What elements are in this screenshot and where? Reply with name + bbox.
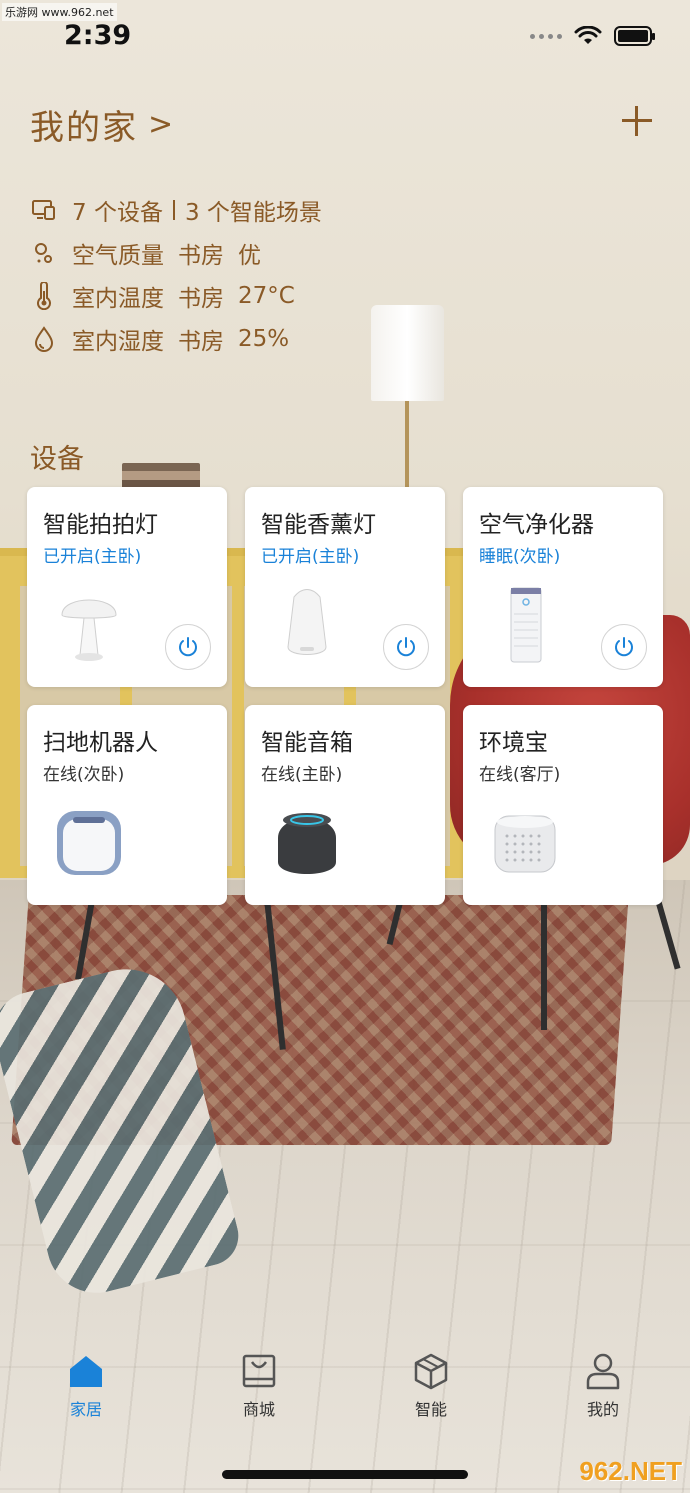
scene-count: 3 个智能场景 xyxy=(184,199,322,226)
air-quality-row: 空气质量 书房 优 xyxy=(30,231,322,274)
power-icon xyxy=(179,637,197,657)
smart-cube-icon xyxy=(381,1350,481,1392)
divider xyxy=(172,199,175,220)
environment-monitor-icon xyxy=(483,801,567,885)
status-bar: 乐游网 www.962.net 2:39 xyxy=(0,0,690,70)
air-quality-value: 优 xyxy=(238,242,261,269)
thermometer-icon xyxy=(30,281,58,310)
device-status: 睡眠(次卧) xyxy=(479,547,561,567)
device-card-air-purifier[interactable]: 空气净化器 睡眠(次卧) xyxy=(463,487,663,687)
device-status: 已开启(主卧) xyxy=(261,547,360,567)
devices-heading: 设备 xyxy=(30,444,84,475)
watermark-top: 乐游网 www.962.net xyxy=(2,3,117,21)
home-summary: 7 个设备 3 个智能场景 空气质量 书房 优 室内温度 书房 27°C 室内湿… xyxy=(30,188,322,360)
temperature-room: 书房 xyxy=(178,285,224,312)
humidity-row: 室内湿度 书房 25% xyxy=(30,317,322,360)
device-card-robot-vacuum[interactable]: 扫地机器人 在线(次卧) xyxy=(27,705,227,905)
air-quality-label: 空气质量 xyxy=(72,242,164,269)
home-selector[interactable]: 我的家 > xyxy=(30,100,173,149)
droplet-icon xyxy=(30,325,58,353)
robot-vacuum-icon xyxy=(47,801,131,885)
air-quality-icon xyxy=(30,239,58,267)
tab-bar: 家居 商城 智能 我的 xyxy=(0,1350,690,1430)
user-icon xyxy=(553,1350,653,1392)
tab-label: 家居 xyxy=(69,1400,102,1419)
books xyxy=(122,463,200,489)
watermark-bottom: 962.NET xyxy=(579,1456,682,1486)
device-status: 在线(次卧) xyxy=(43,765,125,785)
device-card-smart-speaker[interactable]: 智能音箱 在线(主卧) xyxy=(245,705,445,905)
device-name: 智能拍拍灯 xyxy=(43,512,158,538)
device-status: 在线(客厅) xyxy=(479,765,561,785)
device-card-smart-lamp[interactable]: 智能拍拍灯 已开启(主卧) xyxy=(27,487,227,687)
device-scene-row[interactable]: 7 个设备 3 个智能场景 xyxy=(30,188,322,231)
battery-icon xyxy=(614,26,655,46)
tab-label: 智能 xyxy=(414,1400,447,1419)
air-quality-room: 书房 xyxy=(178,242,224,269)
temperature-label: 室内温度 xyxy=(72,285,164,312)
device-name: 扫地机器人 xyxy=(43,730,158,756)
air-purifier-icon xyxy=(483,583,567,667)
status-icons xyxy=(530,26,655,46)
mushroom-lamp-icon xyxy=(47,583,131,667)
status-time: 2:39 xyxy=(64,20,132,51)
chair-leg xyxy=(541,900,547,1030)
tab-profile[interactable]: 我的 xyxy=(553,1350,653,1420)
home-icon xyxy=(36,1350,136,1392)
chevron-right-icon: > xyxy=(148,107,174,142)
tab-label: 商城 xyxy=(242,1400,275,1419)
tab-shop[interactable]: 商城 xyxy=(209,1350,309,1420)
tab-smart[interactable]: 智能 xyxy=(381,1350,481,1420)
devices-icon xyxy=(30,196,58,224)
device-name: 智能音箱 xyxy=(261,730,353,756)
device-count: 7 个设备 xyxy=(72,199,163,226)
wifi-icon xyxy=(574,26,602,44)
tab-label: 我的 xyxy=(586,1400,619,1419)
temperature-value: 27°C xyxy=(238,282,295,309)
humidity-label: 室内湿度 xyxy=(72,328,164,355)
home-indicator xyxy=(222,1470,468,1479)
smart-speaker-icon xyxy=(265,801,349,885)
power-button[interactable] xyxy=(601,624,647,670)
device-card-environment-monitor[interactable]: 环境宝 在线(客厅) xyxy=(463,705,663,905)
aroma-diffuser-icon xyxy=(265,583,349,667)
signal-icon xyxy=(530,33,562,39)
power-button[interactable] xyxy=(165,624,211,670)
device-name: 智能香薰灯 xyxy=(261,512,376,538)
power-icon xyxy=(615,637,633,657)
temperature-row: 室内温度 书房 27°C xyxy=(30,274,322,317)
floor-lamp-shade xyxy=(371,305,444,401)
device-status: 在线(主卧) xyxy=(261,765,343,785)
device-status: 已开启(主卧) xyxy=(43,547,142,567)
power-button[interactable] xyxy=(383,624,429,670)
device-name: 环境宝 xyxy=(479,730,548,756)
shop-icon xyxy=(209,1350,309,1392)
device-name: 空气净化器 xyxy=(479,512,594,538)
tab-home[interactable]: 家居 xyxy=(36,1350,136,1420)
humidity-room: 书房 xyxy=(178,328,224,355)
power-icon xyxy=(397,637,415,657)
humidity-value: 25% xyxy=(238,325,290,352)
home-title: 我的家 xyxy=(30,108,138,148)
add-button[interactable] xyxy=(614,98,660,144)
device-card-aroma-lamp[interactable]: 智能香薰灯 已开启(主卧) xyxy=(245,487,445,687)
